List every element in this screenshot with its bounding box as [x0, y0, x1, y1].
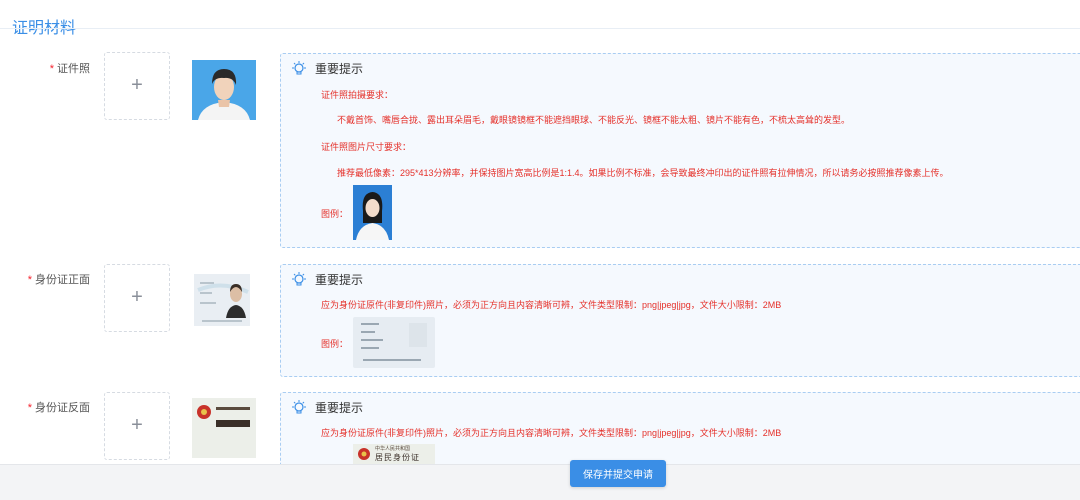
lightbulb-icon	[292, 271, 306, 285]
id-back-line2: 居民身份证	[375, 453, 420, 462]
tip-header: 重要提示	[291, 399, 363, 416]
example-label: 图例：	[321, 209, 349, 219]
section-title: 证明材料	[12, 20, 77, 37]
id-front-requirements: 应为身份证原件(非复印件)照片，必须为正方向且内容清晰可辨，文件类型限制：png…	[321, 300, 782, 310]
size-requirements-title: 证件照图片尺寸要求：	[321, 142, 412, 152]
photo-requirements-text: 不戴首饰、嘴唇合拢、露出耳朵眉毛，戴眼镜镜框不能遮挡眼球、不能反光、镜框不能太粗…	[337, 115, 851, 125]
tip-header: 重要提示	[291, 271, 363, 288]
tip-box-id-front: 重要提示 应为身份证原件(非复印件)照片，必须为正方向且内容清晰可辨，文件类型限…	[280, 264, 1080, 377]
row-label-id-photo: * 证件照	[0, 60, 90, 76]
lightbulb-icon	[292, 60, 306, 74]
id-back-requirements: 应为身份证原件(非复印件)照片，必须为正方向且内容清晰可辨，文件类型限制：png…	[321, 428, 782, 438]
uploaded-id-photo-thumbnail	[192, 60, 256, 120]
tip-header: 重要提示	[291, 60, 363, 77]
tip-title: 重要提示	[315, 273, 364, 287]
section-divider	[0, 28, 1080, 29]
example-label: 图例：	[321, 339, 349, 349]
id-back-line1: 中华人民共和国	[375, 446, 411, 452]
required-mark: *	[27, 274, 32, 286]
lightbulb-icon	[292, 399, 306, 413]
tip-title: 重要提示	[315, 401, 364, 415]
row-label-id-back: * 身份证反面	[0, 399, 90, 415]
uploaded-id-front-thumbnail	[192, 270, 256, 330]
example-id-front	[353, 317, 435, 368]
photo-requirements-title: 证件照拍摄要求：	[321, 90, 394, 100]
tip-box-id-photo: 重要提示 证件照拍摄要求： 不戴首饰、嘴唇合拢、露出耳朵眉毛，戴眼镜镜框不能遮挡…	[280, 53, 1080, 248]
size-requirements-text: 推荐最低像素：295*413分辨率，并保持图片宽高比例是1:1.4。如果比例不标…	[337, 168, 949, 178]
footer-bar	[0, 464, 1080, 500]
example-id-back: 中华人民共和国 居民身份证	[353, 444, 435, 464]
row-label-text: 证件照	[57, 63, 90, 75]
plus-icon: +	[131, 286, 143, 308]
row-label-text: 身份证反面	[35, 402, 90, 414]
plus-icon: +	[131, 414, 143, 436]
upload-button-id-front[interactable]: +	[104, 264, 170, 332]
upload-button-id-photo[interactable]: +	[104, 52, 170, 120]
tip-title: 重要提示	[315, 62, 364, 76]
plus-icon: +	[131, 74, 143, 96]
row-label-text: 身份证正面	[35, 274, 90, 286]
example-id-photo	[353, 185, 392, 240]
required-mark: *	[27, 402, 32, 414]
tip-box-id-back: 重要提示 应为身份证原件(非复印件)照片，必须为正方向且内容清晰可辨，文件类型限…	[280, 392, 1080, 472]
uploaded-id-back-thumbnail	[192, 398, 256, 458]
save-and-submit-button[interactable]: 保存并提交申请	[570, 460, 666, 487]
upload-button-id-back[interactable]: +	[104, 392, 170, 460]
required-mark: *	[49, 63, 54, 75]
row-label-id-front: * 身份证正面	[0, 271, 90, 287]
